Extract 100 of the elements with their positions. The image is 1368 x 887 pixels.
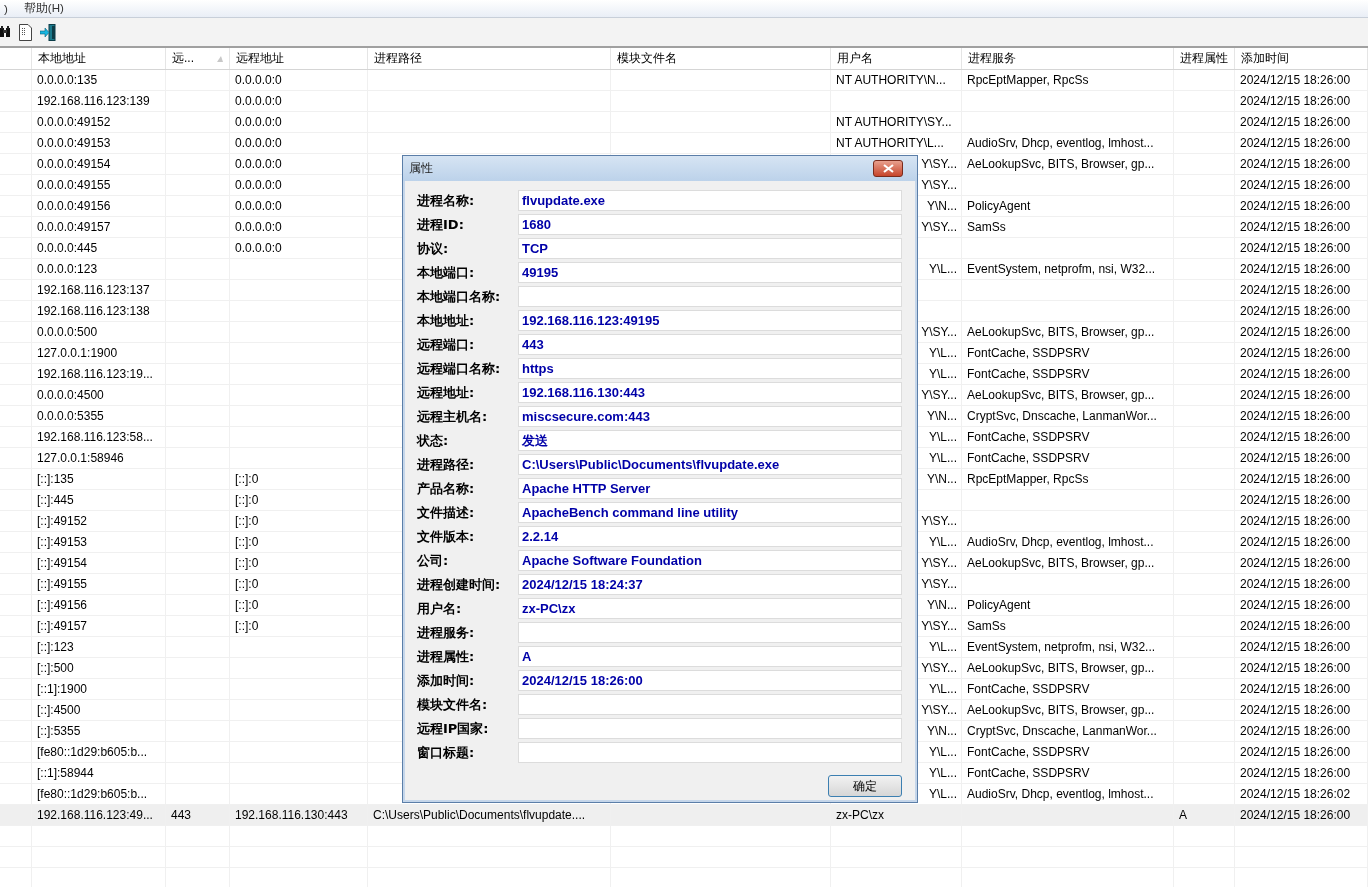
table-cell: 0.0.0.0:5355 <box>37 409 104 423</box>
menu-item[interactable]: 帮助(H) <box>21 1 66 16</box>
text-field[interactable]: 192.168.116.130:443 <box>518 382 902 403</box>
column-header[interactable]: 模块文件名 <box>611 48 831 69</box>
table-cell: [::]:0 <box>235 556 259 570</box>
field-label: 协议: <box>417 239 450 258</box>
table-cell: 0.0.0.0:0 <box>235 136 282 150</box>
column-header[interactable]: 远... <box>166 48 230 69</box>
text-field[interactable]: zx-PC\zx <box>518 598 902 619</box>
sort-arrow-icon <box>217 55 223 62</box>
table-cell: CryptSvc, Dnscache, LanmanWor... <box>967 724 1157 738</box>
table-cell: 2024/12/15 18:26:00 <box>1240 451 1351 465</box>
table-cell: [::]:49156 <box>37 598 88 612</box>
table-cell: [::]:445 <box>37 493 74 507</box>
table-cell: 2024/12/15 18:26:00 <box>1240 241 1351 255</box>
text-field[interactable]: 2024/12/15 18:26:00 <box>518 670 902 691</box>
text-field[interactable]: ApacheBench command line utility <box>518 502 902 523</box>
binoculars-icon[interactable] <box>0 24 11 40</box>
field-label: 本地地址: <box>417 311 476 330</box>
table-cell: Y\N... <box>927 472 957 486</box>
text-field[interactable]: 443 <box>518 334 902 355</box>
table-cell: 192.168.116.123:139 <box>37 94 150 108</box>
field-label: 远程地址: <box>417 383 476 402</box>
field-label: 远程端口: <box>417 335 476 354</box>
text-field[interactable]: Apache HTTP Server <box>518 478 902 499</box>
table-cell: 2024/12/15 18:26:00 <box>1240 577 1351 591</box>
close-button[interactable] <box>873 160 903 177</box>
exit-door-icon[interactable] <box>40 23 57 41</box>
column-header[interactable]: 进程服务 <box>962 48 1174 69</box>
text-field[interactable]: 2.2.14 <box>518 526 902 547</box>
table-cell: 0.0.0.0:49152 <box>37 115 111 129</box>
column-header[interactable]: 本地地址 <box>32 48 166 69</box>
text-field[interactable]: 1680 <box>518 214 902 235</box>
table-cell: EventSystem, netprofm, nsi, W32... <box>967 640 1156 654</box>
text-field[interactable]: 49195 <box>518 262 902 283</box>
table-cell: Y\L... <box>929 787 957 801</box>
table-cell: 2024/12/15 18:26:00 <box>1240 808 1351 822</box>
table-cell: 0.0.0.0:0 <box>235 178 282 192</box>
text-field[interactable] <box>518 718 902 739</box>
column-header[interactable]: 进程路径 <box>368 48 611 69</box>
column-header[interactable]: 添加时间 <box>1235 48 1368 69</box>
field-label: 窗口标题: <box>417 743 476 762</box>
table-cell: [::]:0 <box>235 514 259 528</box>
table-cell: 2024/12/15 18:26:00 <box>1240 262 1351 276</box>
table-cell: 2024/12/15 18:26:00 <box>1240 514 1351 528</box>
document-icon[interactable] <box>19 23 32 41</box>
table-cell: 2024/12/15 18:26:00 <box>1240 535 1351 549</box>
table-cell: 443 <box>171 808 192 822</box>
text-field[interactable]: TCP <box>518 238 902 259</box>
table-cell: 0.0.0.0:0 <box>235 94 282 108</box>
table-cell: AeLookupSvc, BITS, Browser, gp... <box>967 388 1155 402</box>
menu-item[interactable]: ) <box>2 2 10 15</box>
table-cell: 2024/12/15 18:26:00 <box>1240 745 1351 759</box>
text-field[interactable]: C:\Users\Public\Documents\flvupdate.exe <box>518 454 902 475</box>
text-field[interactable] <box>518 694 902 715</box>
text-field[interactable]: 2024/12/15 18:24:37 <box>518 574 902 595</box>
column-header[interactable]: 远程地址 <box>230 48 368 69</box>
table-cell: Y\L... <box>929 346 957 360</box>
text-field[interactable]: A <box>518 646 902 667</box>
table-cell: 2024/12/15 18:26:00 <box>1240 598 1351 612</box>
table-cell: 0.0.0.0:49154 <box>37 157 111 171</box>
text-field[interactable]: 发送 <box>518 430 902 451</box>
table-cell: CryptSvc, Dnscache, LanmanWor... <box>967 409 1157 423</box>
text-field[interactable] <box>518 622 902 643</box>
table-cell: Y\N... <box>927 199 957 213</box>
text-field[interactable] <box>518 742 902 763</box>
text-field[interactable]: flvupdate.exe <box>518 190 902 211</box>
table-cell: 2024/12/15 18:26:00 <box>1240 94 1351 108</box>
field-label: 进程服务: <box>417 623 476 642</box>
text-field[interactable]: 192.168.116.123:49195 <box>518 310 902 331</box>
table-cell: Y\SY... <box>921 661 957 675</box>
table-cell: 192.168.116.123:137 <box>37 283 150 297</box>
table-cell: 2024/12/15 18:26:00 <box>1240 346 1351 360</box>
field-label: 本地端口: <box>417 263 476 282</box>
column-header[interactable]: 进程属性 <box>1174 48 1235 69</box>
table-cell: FontCache, SSDPSRV <box>967 766 1090 780</box>
text-field[interactable] <box>518 286 902 307</box>
table-cell: A <box>1179 808 1187 822</box>
table-cell: [::]:49152 <box>37 514 88 528</box>
table-cell: 2024/12/15 18:26:00 <box>1240 220 1351 234</box>
table-cell: 0.0.0.0:49153 <box>37 136 111 150</box>
table-cell: Y\L... <box>929 745 957 759</box>
table-cell: Y\L... <box>929 640 957 654</box>
table-cell: 127.0.0.1:58946 <box>37 451 124 465</box>
table-cell: 2024/12/15 18:26:00 <box>1240 703 1351 717</box>
text-field[interactable]: Apache Software Foundation <box>518 550 902 571</box>
table-cell: Y\L... <box>929 766 957 780</box>
table-cell: AeLookupSvc, BITS, Browser, gp... <box>967 556 1155 570</box>
selected-row[interactable]: 192.168.116.123:49... 443 192.168.116.130:443 C:\Users\Public\Documents\flvupdate.... zx-PC\zx A 2024/12/15 18:26:00 <box>0 805 1368 826</box>
table-cell: Y\N... <box>927 598 957 612</box>
table-cell: 2024/12/15 18:26:02 <box>1240 787 1351 801</box>
table-cell: 2024/12/15 18:26:00 <box>1240 178 1351 192</box>
table-cell: 2024/12/15 18:26:00 <box>1240 766 1351 780</box>
table-cell: 2024/12/15 18:26:00 <box>1240 619 1351 633</box>
ok-button[interactable]: 确定 <box>828 775 902 797</box>
text-field[interactable]: miscsecure.com:443 <box>518 406 902 427</box>
column-header[interactable]: 用户名 <box>831 48 962 69</box>
table-cell: 2024/12/15 18:26:00 <box>1240 304 1351 318</box>
table-cell: C:\Users\Public\Documents\flvupdate.... <box>373 808 586 822</box>
text-field[interactable]: https <box>518 358 902 379</box>
